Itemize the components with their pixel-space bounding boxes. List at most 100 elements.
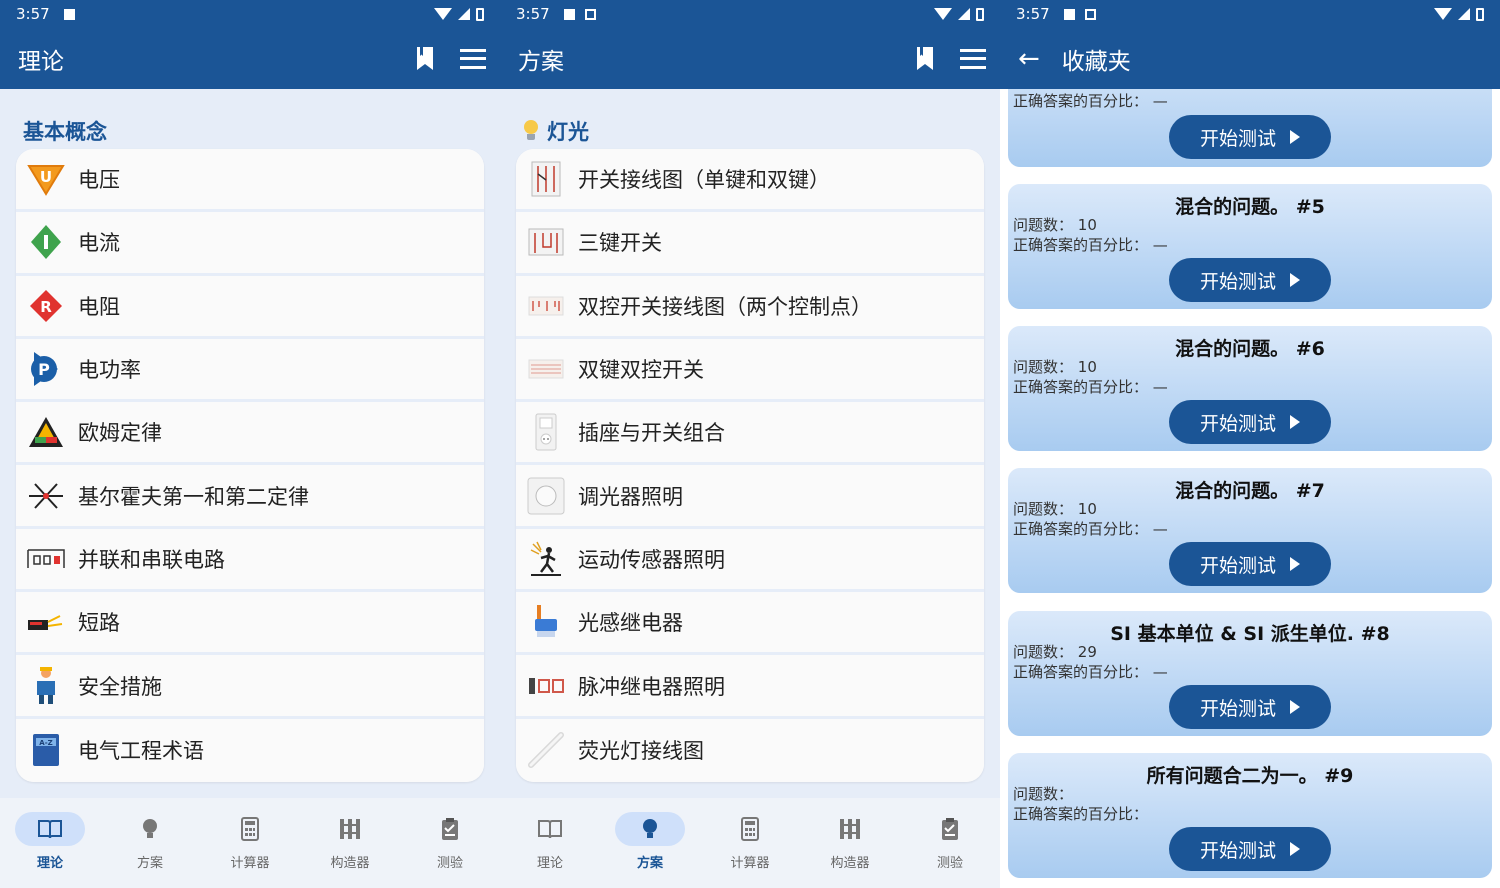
list-item-ohms-law[interactable]: 欧姆定律 — [16, 402, 484, 466]
power-icon: P — [26, 349, 66, 389]
voltage-icon: U — [26, 159, 66, 199]
list-item-label: 三键开关 — [578, 231, 662, 256]
nav-theory[interactable]: 理论 — [500, 798, 600, 888]
nav-label: 计算器 — [230, 856, 270, 871]
image-notification-icon — [1063, 8, 1075, 20]
list-item-label: 光感继电器 — [578, 611, 683, 636]
nav-builder[interactable]: 构造器 — [800, 798, 900, 888]
scheme-list: 开关接线图（单键和双键） 三键开关 双控开关接线图（两个控制点） 双键双控开关 … — [516, 149, 984, 782]
nav-schemes[interactable]: 方案 — [600, 798, 700, 888]
builder-icon — [340, 819, 360, 839]
circuit-icon — [26, 539, 66, 579]
bottom-navigation: 理论 方案 计算器 构造器 测验 — [0, 798, 500, 888]
list-item-current[interactable]: 电流 — [16, 212, 484, 276]
list-item-switch-wiring[interactable]: 开关接线图（单键和双键） — [516, 149, 984, 213]
socket-switch-icon — [526, 412, 566, 452]
dimmer-icon — [526, 476, 566, 516]
list-item-glossary[interactable]: A-Z 电气工程术语 — [16, 718, 484, 782]
start-test-button[interactable]: 开始测试 — [1169, 115, 1331, 159]
start-test-button[interactable]: 开始测试 — [1169, 685, 1331, 729]
notification-icon — [63, 8, 75, 20]
back-arrow-icon[interactable]: ← — [1018, 46, 1040, 72]
bookmark-icon[interactable] — [414, 46, 436, 72]
count-line: 问题数： 10 — [1013, 216, 1097, 234]
favorites-list: 正确答案的百分比： — 开始测试 混合的问题。 #5 问题数： 10 正确答案的… — [1000, 89, 1500, 888]
percent-line: 正确答案的百分比： — — [1013, 236, 1168, 254]
play-icon — [1290, 415, 1300, 429]
notification-icon — [584, 8, 596, 20]
pulse-relay-icon — [526, 666, 566, 706]
favorites-screen: 3:57 ← 收藏夹 正确答案的百分比： — 开始测试 混合的问题。 #5 问题… — [1000, 0, 1500, 888]
list-item-label: 调光器照明 — [578, 484, 683, 509]
list-item-socket-switch[interactable]: 插座与开关组合 — [516, 402, 984, 466]
status-time: 3:57 — [1016, 5, 1050, 23]
list-item-fluorescent[interactable]: 荧光灯接线图 — [516, 718, 984, 782]
start-test-button[interactable]: 开始测试 — [1169, 258, 1331, 302]
bookmark-icon[interactable] — [914, 46, 936, 72]
nav-label: 计算器 — [730, 856, 770, 871]
start-test-button[interactable]: 开始测试 — [1169, 827, 1331, 871]
list-item-two-way-switch[interactable]: 双控开关接线图（两个控制点） — [516, 275, 984, 339]
ohms-law-icon — [26, 412, 66, 452]
section-title-text: 灯光 — [547, 120, 589, 144]
nav-quiz[interactable]: 测验 — [900, 798, 1000, 888]
safety-icon — [26, 666, 66, 706]
double-two-way-switch-icon — [526, 349, 566, 389]
list-item-short-circuit[interactable]: 短路 — [16, 592, 484, 656]
nav-builder[interactable]: 构造器 — [300, 798, 400, 888]
nav-calculator[interactable]: 计算器 — [200, 798, 300, 888]
svg-text:R: R — [40, 298, 52, 316]
percent-line: 正确答案的百分比： — — [1013, 378, 1168, 396]
list-item-resistance[interactable]: R 电阻 — [16, 275, 484, 339]
section-title: 基本概念 — [23, 120, 107, 144]
percent-line: 正确答案的百分比： — — [1013, 92, 1168, 110]
list-item-double-two-way[interactable]: 双键双控开关 — [516, 338, 984, 403]
menu-icon[interactable] — [960, 48, 986, 69]
notification-icon — [1084, 8, 1096, 20]
list-item-photo-relay[interactable]: 光感继电器 — [516, 592, 984, 656]
list-item-three-gang-switch[interactable]: 三键开关 — [516, 212, 984, 276]
battery-icon — [976, 7, 984, 21]
list-item-label: 双键双控开关 — [578, 358, 704, 383]
list-item-pulse-relay[interactable]: 脉冲继电器照明 — [516, 655, 984, 719]
list-item-label: 开关接线图（单键和双键） — [578, 168, 830, 193]
list-item-voltage[interactable]: U 电压 — [16, 149, 484, 213]
wifi-icon — [1434, 8, 1452, 20]
calculator-icon — [741, 817, 759, 841]
list-item-kirchhoff[interactable]: 基尔霍夫第一和第二定律 — [16, 465, 484, 529]
nav-quiz[interactable]: 测验 — [400, 798, 500, 888]
list-item-power[interactable]: P 电功率 — [16, 338, 484, 403]
switch-wiring-icon — [526, 159, 566, 199]
count-line: 问题数： 10 — [1013, 500, 1097, 518]
schemes-content: 灯光 开关接线图（单键和双键） 三键开关 双控开关接线图（两个控制点） 双键双控… — [500, 89, 1000, 798]
nav-label: 构造器 — [330, 856, 370, 871]
nav-schemes[interactable]: 方案 — [100, 798, 200, 888]
list-item-label: 短路 — [78, 611, 120, 636]
kirchhoff-icon — [26, 476, 66, 516]
list-item-dimmer[interactable]: 调光器照明 — [516, 465, 984, 529]
count-line: 问题数： 10 — [1013, 358, 1097, 376]
list-item-label: 电阻 — [78, 294, 120, 319]
builder-icon — [840, 819, 860, 839]
play-icon — [1290, 700, 1300, 714]
list-item-circuits[interactable]: 并联和串联电路 — [16, 528, 484, 593]
nav-theory[interactable]: 理论 — [0, 798, 100, 888]
status-bar: 3:57 — [0, 0, 500, 28]
list-item-motion-sensor[interactable]: 运动传感器照明 — [516, 528, 984, 593]
wifi-icon — [434, 8, 452, 20]
status-bar: 3:57 — [500, 0, 1000, 28]
book-icon — [538, 820, 562, 839]
image-notification-icon — [563, 8, 575, 20]
play-icon — [1290, 273, 1300, 287]
start-test-button[interactable]: 开始测试 — [1169, 400, 1331, 444]
quiz-card: 混合的问题。 #7 问题数： 10 正确答案的百分比： — 开始测试 — [1008, 468, 1492, 593]
nav-calculator[interactable]: 计算器 — [700, 798, 800, 888]
page-title: 理论 — [18, 48, 64, 75]
start-test-button[interactable]: 开始测试 — [1169, 542, 1331, 586]
list-item-safety[interactable]: 安全措施 — [16, 655, 484, 719]
menu-icon[interactable] — [460, 48, 486, 69]
app-bar: 理论 — [0, 28, 500, 89]
section-title: 灯光 — [500, 89, 1000, 147]
status-time: 3:57 — [516, 5, 550, 23]
battery-icon — [476, 7, 484, 21]
